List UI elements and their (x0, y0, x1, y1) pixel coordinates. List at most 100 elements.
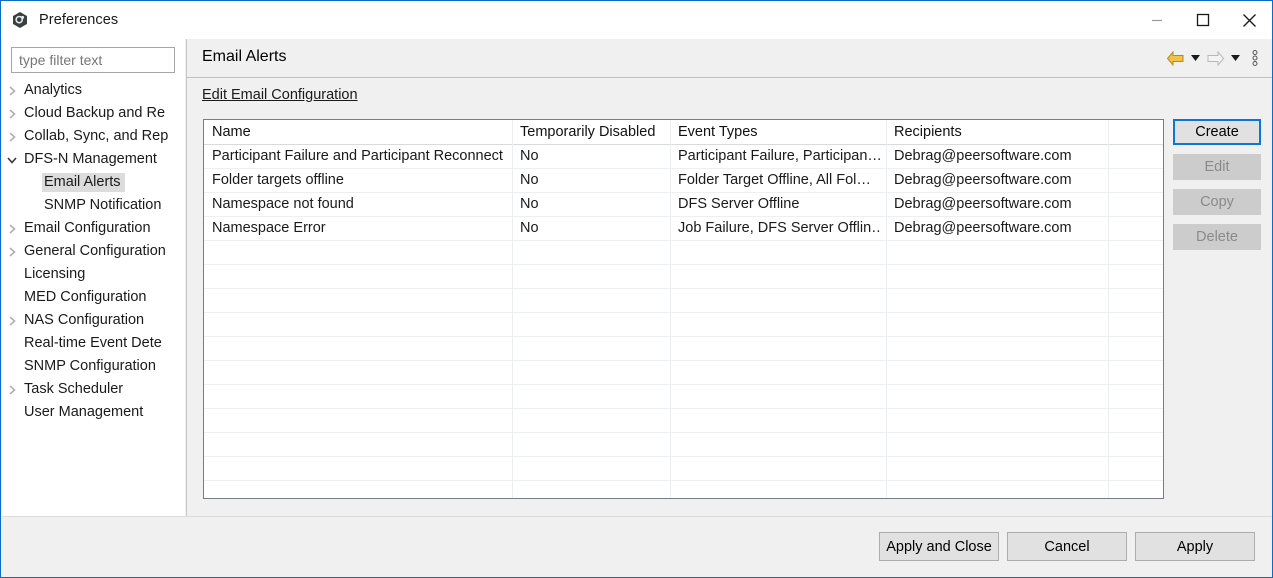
column-separator (1108, 120, 1109, 498)
table-cell-name[interactable]: Participant Failure and Participant Reco… (212, 148, 508, 164)
page-header: Email Alerts (187, 39, 1272, 78)
table-row-divider (204, 216, 1163, 217)
sidebar-item-label: Email Alerts (42, 173, 125, 192)
header-divider (187, 77, 1272, 78)
column-header[interactable]: Temporarily Disabled (520, 124, 666, 140)
table-cell-event-types[interactable]: DFS Server Offline (678, 196, 882, 212)
column-separator (886, 120, 887, 498)
create-button[interactable]: Create (1173, 119, 1261, 145)
content-area: Analytics Cloud Backup and Re Collab, Sync… (2, 39, 1272, 516)
chevron-right-icon[interactable] (2, 316, 22, 326)
sidebar-item-dfs-n-management[interactable]: DFS-N Management (2, 148, 185, 171)
table-header-divider (204, 144, 1163, 145)
table-cell-disabled[interactable]: No (520, 220, 666, 236)
table-cell-event-types[interactable]: Job Failure, DFS Server Offlin… (678, 220, 882, 236)
table-row-divider (204, 240, 1163, 241)
sidebar-item-snmp-configuration[interactable]: SNMP Configuration (2, 355, 185, 378)
column-separator (1163, 120, 1164, 498)
email-alerts-table[interactable]: Name Temporarily Disabled Event Types Recip… (203, 119, 1164, 499)
table-cell-disabled[interactable]: No (520, 148, 666, 164)
table-cell-recipients[interactable]: Debrag@peersoftware.com (894, 220, 1104, 236)
table-cell-name[interactable]: Namespace not found (212, 196, 508, 212)
sidebar-item-label: SNMP Notification (42, 196, 165, 215)
sidebar-item-email-configuration[interactable]: Email Configuration (2, 217, 185, 240)
table-cell-event-types[interactable]: Participant Failure, Participan… (678, 148, 882, 164)
title-bar: Preferences (1, 1, 1272, 39)
sidebar-item-nas-configuration[interactable]: NAS Configuration (2, 309, 185, 332)
apply-and-close-button[interactable]: Apply and Close (879, 532, 999, 561)
preferences-tree-pane: Analytics Cloud Backup and Re Collab, Sync… (2, 39, 185, 516)
table-row-divider (204, 408, 1163, 409)
chevron-right-icon[interactable] (2, 86, 22, 96)
sidebar-item-med-configuration[interactable]: MED Configuration (2, 286, 185, 309)
chevron-right-icon[interactable] (2, 109, 22, 119)
table-cell-event-types[interactable]: Folder Target Offline, All Fol… (678, 172, 882, 188)
sidebar-item-real-time-event-dete[interactable]: Real-time Event Dete (2, 332, 185, 355)
footer-buttons: Apply and Close Cancel Apply (879, 532, 1255, 561)
edit-email-configuration-link[interactable]: Edit Email Configuration (202, 87, 358, 103)
sidebar-item-general-configuration[interactable]: General Configuration (2, 240, 185, 263)
preferences-window: Preferences Analytics Cloud Backup and Re… (0, 0, 1273, 578)
table-row-divider (204, 336, 1163, 337)
sidebar-item-label: DFS-N Management (22, 150, 161, 169)
sidebar-item-email-alerts[interactable]: Email Alerts (2, 171, 185, 194)
chevron-right-icon[interactable] (2, 247, 22, 257)
sidebar-item-collab-sync-and-rep[interactable]: Collab, Sync, and Rep (2, 125, 185, 148)
table-row-divider (204, 360, 1163, 361)
back-arrow-icon[interactable] (1164, 47, 1186, 69)
sidebar-item-task-scheduler[interactable]: Task Scheduler (2, 378, 185, 401)
cancel-button[interactable]: Cancel (1007, 532, 1127, 561)
table-cell-recipients[interactable]: Debrag@peersoftware.com (894, 148, 1104, 164)
peer-hexagon-icon (10, 10, 30, 30)
maximize-icon[interactable] (1180, 1, 1226, 39)
close-icon[interactable] (1226, 1, 1272, 39)
chevron-right-icon[interactable] (2, 385, 22, 395)
table-row-divider (204, 288, 1163, 289)
table-cell-recipients[interactable]: Debrag@peersoftware.com (894, 196, 1104, 212)
column-header-separator[interactable] (1163, 120, 1164, 144)
forward-history-chevron-down-icon[interactable] (1228, 47, 1242, 69)
table-row-divider (204, 168, 1163, 169)
sidebar-item-label: SNMP Configuration (22, 357, 160, 376)
table-row-divider (204, 192, 1163, 193)
sidebar-item-analytics[interactable]: Analytics (2, 79, 185, 102)
sidebar-item-licensing[interactable]: Licensing (2, 263, 185, 286)
apply-button[interactable]: Apply (1135, 532, 1255, 561)
column-separator (670, 120, 671, 498)
preferences-tree: Analytics Cloud Backup and Re Collab, Sync… (2, 79, 185, 476)
column-separator (512, 120, 513, 498)
table-row-divider (204, 480, 1163, 481)
table-action-buttons: Create Edit Copy Delete (1173, 119, 1261, 259)
minimize-icon[interactable] (1134, 1, 1180, 39)
table-row-divider (204, 264, 1163, 265)
sidebar-item-label: Task Scheduler (22, 380, 127, 399)
header-toolbar (1164, 47, 1266, 69)
sidebar-item-label: Analytics (22, 81, 86, 100)
sidebar-item-label: Cloud Backup and Re (22, 104, 169, 123)
back-history-chevron-down-icon[interactable] (1188, 47, 1202, 69)
sidebar-item-user-management[interactable]: User Management (2, 401, 185, 424)
table-row-divider (204, 312, 1163, 313)
footer-divider (2, 516, 1272, 517)
table-cell-name[interactable]: Folder targets offline (212, 172, 508, 188)
edit-button: Edit (1173, 154, 1261, 180)
window-controls (1134, 1, 1272, 39)
table-cell-recipients[interactable]: Debrag@peersoftware.com (894, 172, 1104, 188)
column-header[interactable]: Event Types (678, 124, 882, 140)
chevron-right-icon[interactable] (2, 224, 22, 234)
sidebar-item-label: Collab, Sync, and Rep (22, 127, 172, 146)
delete-button: Delete (1173, 224, 1261, 250)
chevron-down-icon[interactable] (2, 155, 22, 165)
sidebar-item-snmp-notification[interactable]: SNMP Notification (2, 194, 185, 217)
filter-input[interactable] (11, 47, 175, 73)
table-cell-name[interactable]: Namespace Error (212, 220, 508, 236)
column-header[interactable]: Recipients (894, 124, 1104, 140)
sidebar-item-cloud-backup-and-re[interactable]: Cloud Backup and Re (2, 102, 185, 125)
more-vertical-icon[interactable] (1244, 47, 1266, 69)
column-header[interactable]: Name (212, 124, 508, 140)
chevron-right-icon[interactable] (2, 132, 22, 142)
copy-button: Copy (1173, 189, 1261, 215)
table-cell-disabled[interactable]: No (520, 172, 666, 188)
dialog-footer: Apply and Close Cancel Apply (2, 516, 1272, 577)
table-cell-disabled[interactable]: No (520, 196, 666, 212)
